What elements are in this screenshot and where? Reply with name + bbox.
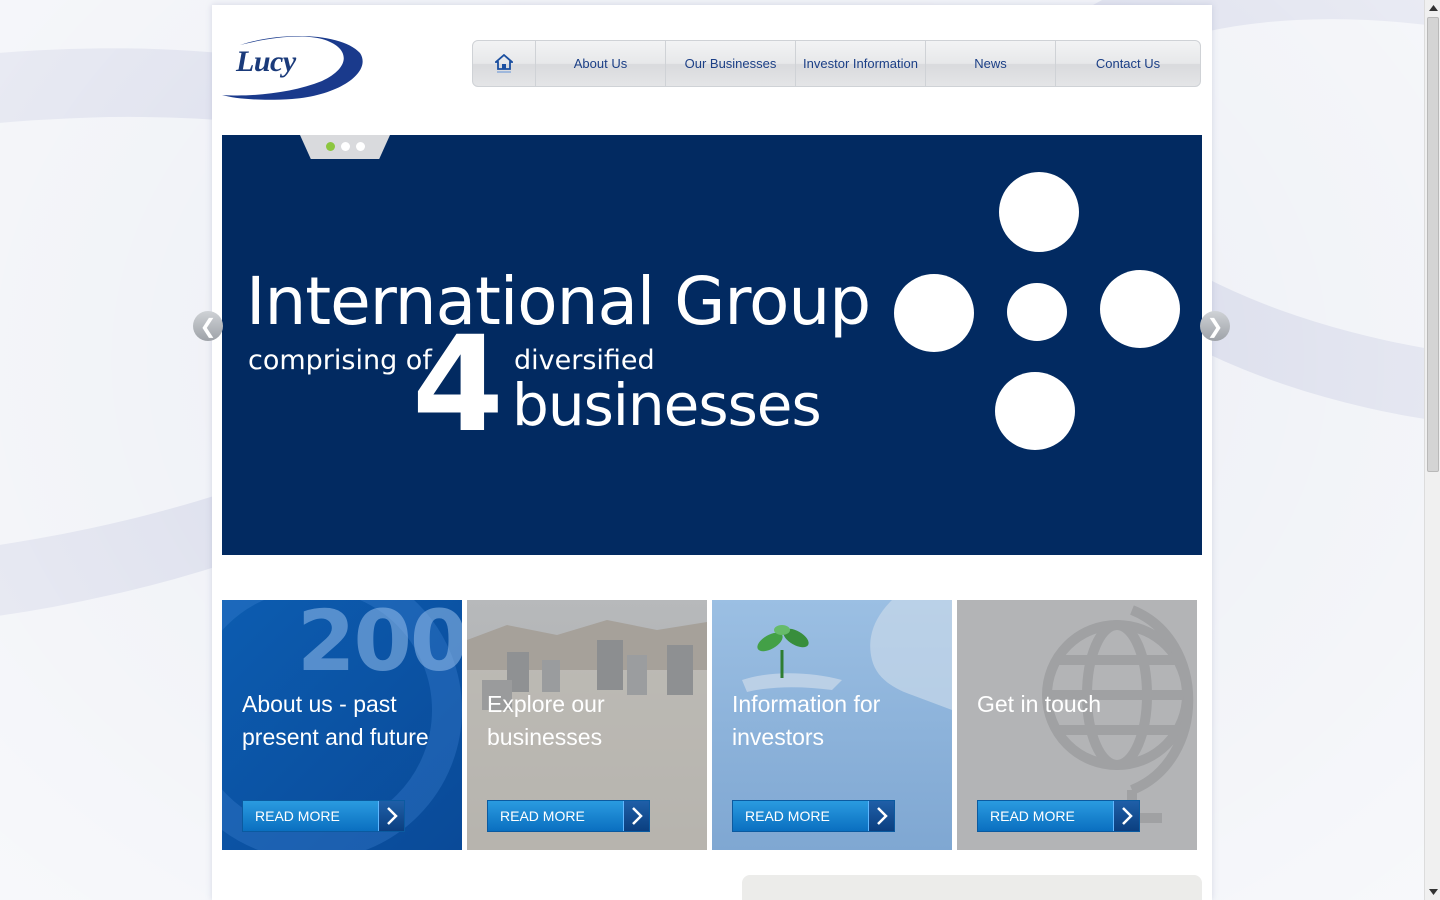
slide-indicator	[300, 135, 390, 159]
card-title: About us - past present and future	[242, 691, 429, 750]
triangle-up-icon	[1428, 5, 1438, 11]
nav-our-businesses[interactable]: Our Businesses	[666, 41, 796, 86]
hero-comprising: comprising of	[248, 345, 432, 376]
read-more-button[interactable]: READ MORE	[732, 800, 895, 832]
page-container: Lucy About Us Our Businesses Investor In…	[212, 5, 1212, 900]
site-logo[interactable]: Lucy	[222, 23, 364, 103]
hero-circle-top	[999, 172, 1079, 252]
nav-investor-information[interactable]: Investor Information	[796, 41, 926, 86]
read-more-button[interactable]: READ MORE	[487, 800, 650, 832]
chevron-left-icon[interactable]: ❮	[193, 311, 223, 341]
bottom-panel	[742, 875, 1202, 900]
card-title: Information for investors	[732, 691, 881, 750]
hero-circle-right	[1100, 270, 1180, 348]
read-more-button[interactable]: READ MORE	[242, 800, 405, 832]
scroll-up-button[interactable]	[1425, 0, 1440, 16]
read-more-button[interactable]: READ MORE	[977, 800, 1140, 832]
hero-circle-center	[1007, 283, 1067, 341]
card-title: Explore our businesses	[487, 691, 605, 750]
logo-text: Lucy	[236, 45, 296, 78]
chevron-right-icon	[378, 801, 404, 831]
vertical-scrollbar[interactable]	[1424, 0, 1440, 900]
card-contact[interactable]: Get in touch READ MORE	[957, 600, 1197, 850]
chevron-right-icon	[868, 801, 894, 831]
nav-news[interactable]: News	[926, 41, 1056, 86]
chevron-right-icon	[1113, 801, 1139, 831]
triangle-down-icon	[1428, 889, 1438, 895]
scrollbar-thumb[interactable]	[1427, 17, 1439, 472]
nav-about-us[interactable]: About Us	[536, 41, 666, 86]
hero-number: 4	[412, 308, 504, 462]
home-icon	[495, 53, 513, 73]
nav-home[interactable]	[473, 41, 536, 86]
slide-dot-3[interactable]	[355, 141, 365, 151]
chevron-right-icon	[623, 801, 649, 831]
slide-dot-1[interactable]	[325, 141, 335, 151]
card-title: Get in touch	[977, 691, 1102, 717]
hero-circle-left	[894, 274, 974, 352]
card-about[interactable]: 200 About us - past present and future R…	[222, 600, 462, 850]
hero-slider: International Group comprising of 4 dive…	[222, 135, 1202, 555]
hero-businesses: businesses	[512, 371, 822, 439]
hero-headline: International Group	[246, 263, 871, 340]
chevron-right-icon[interactable]: ❯	[1200, 311, 1230, 341]
card-businesses[interactable]: Explore our businesses READ MORE	[467, 600, 707, 850]
main-nav: About Us Our Businesses Investor Informa…	[472, 40, 1201, 87]
hero-circle-bottom	[995, 372, 1075, 450]
card-decor-number: 200	[297, 600, 462, 690]
read-more-label: READ MORE	[745, 808, 830, 824]
read-more-label: READ MORE	[990, 808, 1075, 824]
scroll-down-button[interactable]	[1425, 884, 1440, 900]
card-investors[interactable]: Information for investors READ MORE	[712, 600, 952, 850]
read-more-label: READ MORE	[255, 808, 340, 824]
read-more-label: READ MORE	[500, 808, 585, 824]
slide-dot-2[interactable]	[340, 141, 350, 151]
nav-contact-us[interactable]: Contact Us	[1056, 41, 1200, 86]
